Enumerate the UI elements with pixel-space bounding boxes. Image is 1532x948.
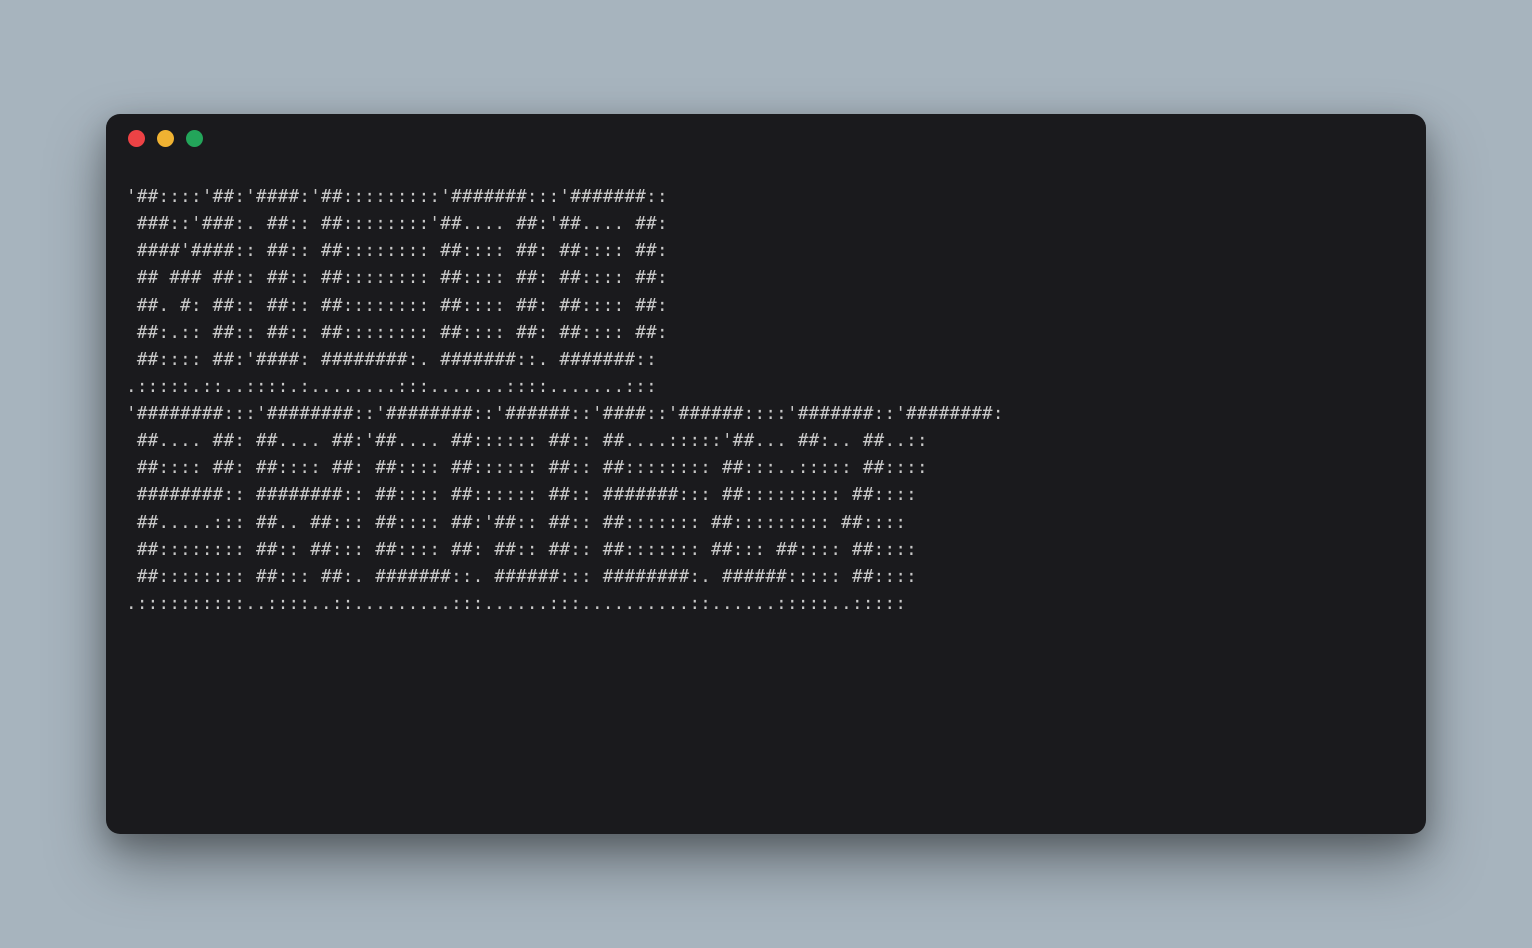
close-button[interactable] xyxy=(128,130,145,147)
ascii-line-5: ##:.:: ##:: ##:: ##:::::::: ##:::: ##: #… xyxy=(126,323,668,343)
ascii-line-9: ##.... ##: ##.... ##:'##.... ##:::::: ##… xyxy=(126,431,928,451)
ascii-line-0: '##::::'##:'####:'##:::::::::'#######:::… xyxy=(126,187,668,207)
ascii-line-13: ##:::::::: ##:: ##::: ##:::: ##: ##:: ##… xyxy=(126,540,917,560)
ascii-line-11: ########:: ########:: ##:::: ##:::::: ##… xyxy=(126,485,917,505)
terminal-window: '##::::'##:'####:'##:::::::::'#######:::… xyxy=(106,114,1426,834)
ascii-line-14: ##:::::::: ##::: ##:. #######::. ######:… xyxy=(126,567,917,587)
ascii-line-6: ##:::: ##:'####: ########:. #######::. #… xyxy=(126,350,657,370)
ascii-line-15: .::::::::::..::::..::.........:::......:… xyxy=(126,594,906,614)
ascii-line-10: ##:::: ##: ##:::: ##: ##:::: ##:::::: ##… xyxy=(126,458,928,478)
ascii-line-4: ##. #: ##:: ##:: ##:::::::: ##:::: ##: #… xyxy=(126,296,668,316)
window-titlebar xyxy=(106,114,1426,162)
ascii-line-12: ##.....::: ##.. ##::: ##:::: ##:'##:: ##… xyxy=(126,513,906,533)
ascii-line-1: ###::'###:. ##:: ##::::::::'##.... ##:'#… xyxy=(126,214,668,234)
maximize-button[interactable] xyxy=(186,130,203,147)
ascii-line-8: '########:::'########::'########::'#####… xyxy=(126,404,1004,424)
ascii-line-7: .:::::.::..::::.:........:::.......::::.… xyxy=(126,377,657,397)
terminal-output: '##::::'##:'####:'##:::::::::'#######:::… xyxy=(106,162,1426,834)
minimize-button[interactable] xyxy=(157,130,174,147)
ascii-line-2: ####'####:: ##:: ##:::::::: ##:::: ##: #… xyxy=(126,241,668,261)
ascii-line-3: ## ### ##:: ##:: ##:::::::: ##:::: ##: #… xyxy=(126,268,668,288)
